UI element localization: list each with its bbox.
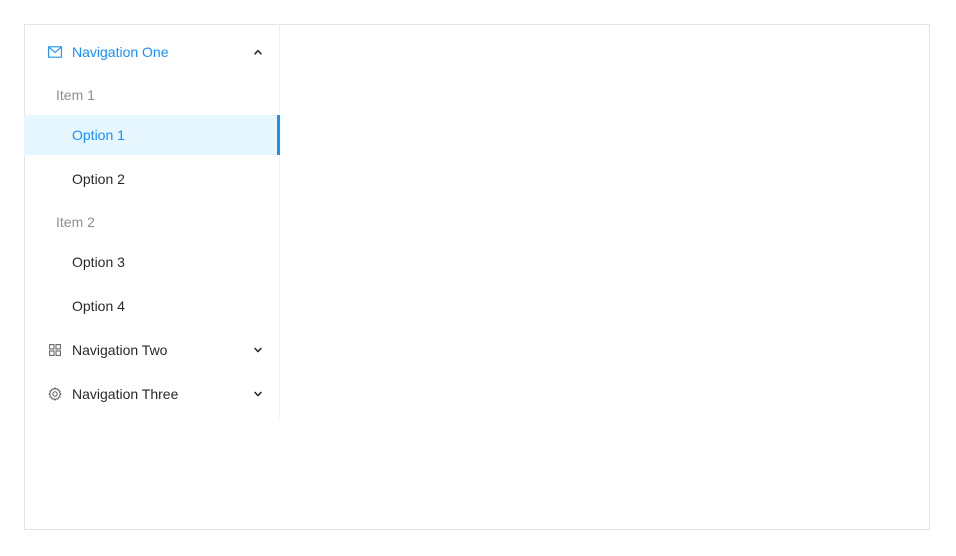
chevron-down-icon — [253, 345, 263, 355]
submenu-label: Navigation One — [72, 44, 169, 60]
mail-icon — [48, 45, 62, 59]
chevron-up-icon — [253, 47, 263, 57]
menu-item-option-2[interactable]: Option 2 — [24, 159, 279, 199]
appstore-icon — [48, 343, 62, 357]
menu-item-option-4[interactable]: Option 4 — [24, 286, 279, 326]
menu-item-option-3[interactable]: Option 3 — [24, 242, 279, 282]
menu-item-option-1[interactable]: Option 1 — [24, 115, 280, 155]
menu-group-title-item-2: Item 2 — [56, 214, 95, 230]
submenu-label: Navigation Two — [72, 342, 168, 358]
submenu-navigation-two[interactable]: Navigation Two — [24, 330, 279, 370]
submenu-navigation-three[interactable]: Navigation Three — [24, 374, 279, 414]
submenu-navigation-one[interactable]: Navigation One — [24, 32, 279, 72]
chevron-down-icon — [253, 389, 263, 399]
submenu-label: Navigation Three — [72, 386, 179, 402]
setting-icon — [48, 387, 62, 401]
inline-menu: Navigation One Item 1 Option 1 Option 2 … — [24, 24, 280, 418]
submenu-navigation-one-list: Item 1 Option 1 Option 2 Item 2 Option 3… — [24, 80, 280, 326]
menu-group-title-item-1: Item 1 — [56, 87, 95, 103]
